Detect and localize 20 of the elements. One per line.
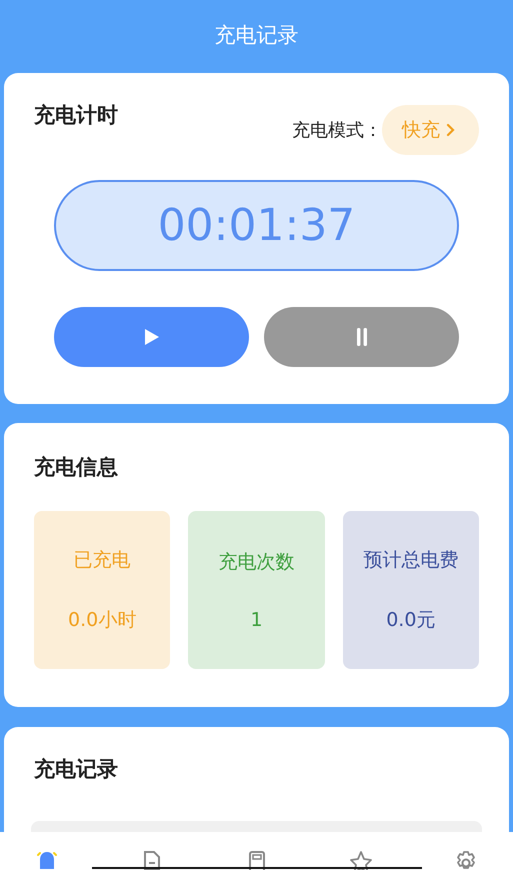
chevron-icon	[446, 123, 455, 137]
mode-label: 充电模式：	[292, 119, 382, 142]
settings-icon	[454, 850, 478, 870]
mode-selector[interactable]: 快充	[382, 105, 479, 155]
card-title: 充电计时	[34, 102, 118, 129]
stat-value: 1	[250, 609, 263, 631]
nav-tab[interactable]	[349, 850, 374, 870]
pause-icon	[356, 327, 368, 347]
stat-label: 已充电	[74, 548, 131, 573]
page-title: 充电记录	[214, 22, 298, 49]
stat-label: 预计总电费	[363, 548, 458, 573]
star-icon	[349, 850, 374, 870]
timer-display: 00:01:37	[54, 180, 459, 271]
stat-value: 0.0小时	[68, 608, 136, 633]
play-icon	[144, 328, 160, 346]
stat-label: 充电次数	[218, 550, 294, 575]
card-title: 充电记录	[34, 756, 118, 783]
stat-value: 0.0元	[386, 608, 436, 633]
bell-icon	[35, 850, 59, 870]
card-title: 充电信息	[34, 454, 118, 481]
